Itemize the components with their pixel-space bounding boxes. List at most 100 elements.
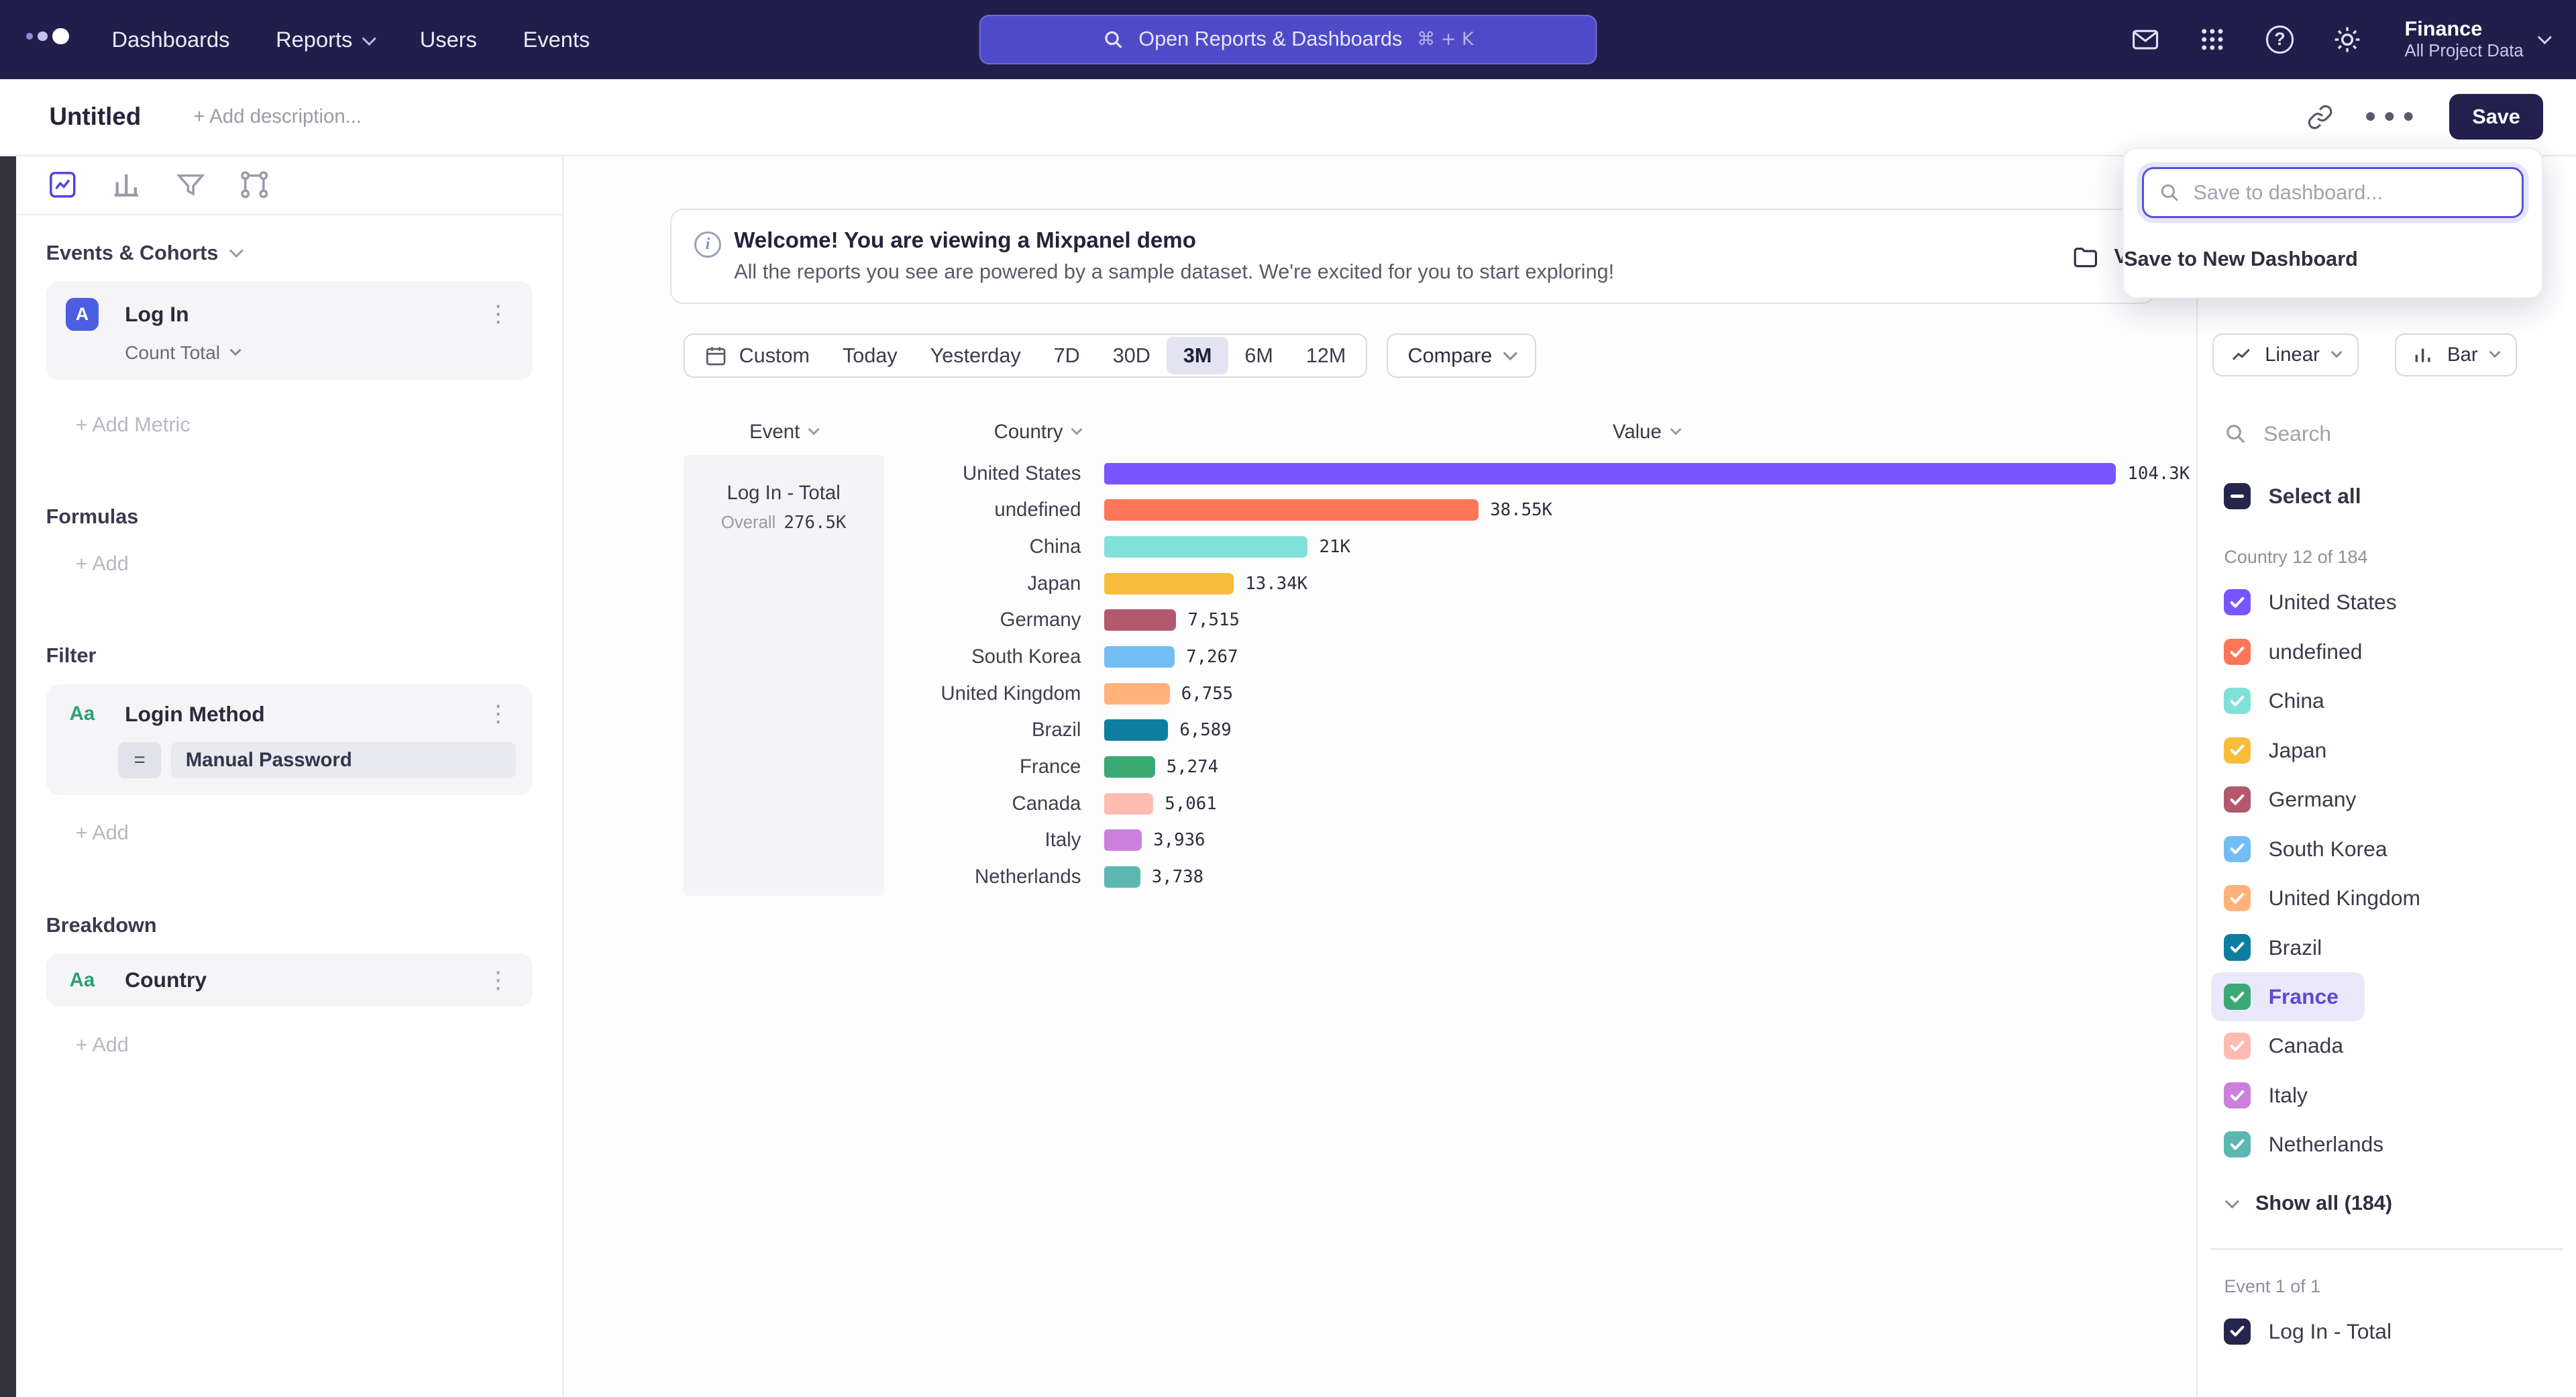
checkbox-icon[interactable] bbox=[2224, 1131, 2250, 1157]
checkbox-icon[interactable] bbox=[2224, 786, 2250, 813]
tab-insights[interactable] bbox=[46, 168, 79, 201]
save-button[interactable]: Save bbox=[2449, 94, 2543, 140]
global-search-button[interactable]: Open Reports & Dashboards ⌘ + K bbox=[979, 15, 1597, 64]
tab-retention[interactable] bbox=[174, 168, 207, 201]
event-count-label: Event 1 of 1 bbox=[2224, 1276, 2563, 1297]
scale-dropdown[interactable]: Linear bbox=[2212, 333, 2359, 376]
compare-dropdown[interactable]: Compare bbox=[1387, 333, 1536, 378]
range-30d[interactable]: 30D bbox=[1096, 337, 1167, 374]
project-switcher[interactable]: Finance All Project Data bbox=[2405, 17, 2550, 61]
apps-grid-icon[interactable] bbox=[2196, 23, 2229, 56]
checkbox-icon[interactable] bbox=[2224, 737, 2250, 764]
add-filter-button[interactable]: + Add bbox=[46, 821, 129, 845]
aggregation-dropdown[interactable]: Count Total bbox=[125, 342, 239, 364]
checkbox-icon[interactable] bbox=[2224, 1318, 2250, 1345]
checkbox-icon[interactable] bbox=[2224, 836, 2250, 862]
filter-card[interactable]: Aa Login Method ⋮ = Manual Password bbox=[46, 684, 533, 795]
tab-funnels[interactable] bbox=[110, 168, 143, 201]
nav-reports[interactable]: Reports bbox=[276, 27, 374, 52]
line-scale-icon bbox=[2231, 344, 2252, 366]
show-all-button[interactable]: Show all (184) bbox=[2211, 1182, 2392, 1225]
column-header-value[interactable]: Value bbox=[1104, 421, 2188, 444]
bar-segment[interactable] bbox=[1104, 756, 1155, 778]
indeterminate-checkbox-icon[interactable] bbox=[2224, 483, 2250, 509]
more-options-icon[interactable]: ••• bbox=[2363, 103, 2420, 132]
nav-users[interactable]: Users bbox=[420, 27, 477, 52]
checkbox-icon[interactable] bbox=[2224, 1082, 2250, 1108]
range-6m[interactable]: 6M bbox=[1228, 337, 1290, 374]
range-7d[interactable]: 7D bbox=[1037, 337, 1096, 374]
kebab-menu-icon[interactable]: ⋮ bbox=[480, 301, 517, 327]
segment-event-item[interactable]: Log In - Total bbox=[2211, 1306, 2418, 1355]
kebab-menu-icon[interactable]: ⋮ bbox=[480, 701, 517, 727]
checkbox-icon[interactable] bbox=[2224, 934, 2250, 960]
mixpanel-logo-icon[interactable] bbox=[26, 28, 69, 51]
range-today[interactable]: Today bbox=[826, 337, 914, 374]
segment-country-item[interactable]: Japan bbox=[2211, 725, 2353, 774]
bar-segment[interactable] bbox=[1104, 646, 1175, 668]
chart-type-dropdown[interactable]: Bar bbox=[2395, 333, 2517, 376]
add-breakdown-button[interactable]: + Add bbox=[46, 1033, 129, 1057]
add-formula-button[interactable]: + Add bbox=[46, 552, 129, 576]
select-all-row[interactable]: Select all bbox=[2211, 472, 2387, 521]
filter-operator[interactable]: = bbox=[118, 742, 161, 778]
bar-segment[interactable] bbox=[1104, 683, 1170, 705]
segment-country-item[interactable]: South Korea bbox=[2211, 824, 2414, 873]
bar-segment[interactable] bbox=[1104, 829, 1142, 851]
dashboard-search-input[interactable] bbox=[2193, 181, 2489, 205]
add-description[interactable]: + Add description... bbox=[193, 105, 362, 128]
bar-segment[interactable] bbox=[1104, 609, 1177, 631]
help-icon[interactable]: ? bbox=[2263, 23, 2296, 56]
nav-events[interactable]: Events bbox=[523, 27, 590, 52]
segment-country-item[interactable]: Brazil bbox=[2211, 923, 2348, 972]
column-header-country[interactable]: Country bbox=[884, 421, 1104, 444]
segment-country-item[interactable]: Canada bbox=[2211, 1021, 2369, 1070]
segment-country-item[interactable]: France bbox=[2211, 972, 2365, 1021]
checkbox-icon[interactable] bbox=[2224, 984, 2250, 1010]
range-3m[interactable]: 3M bbox=[1167, 337, 1228, 374]
bar-segment[interactable] bbox=[1104, 499, 1479, 521]
segment-search-input[interactable] bbox=[2263, 421, 2510, 446]
bar-segment[interactable] bbox=[1104, 463, 2116, 484]
bar-segment[interactable] bbox=[1104, 573, 1234, 594]
segment-country-item[interactable]: Italy bbox=[2211, 1071, 2334, 1120]
checkbox-icon[interactable] bbox=[2224, 589, 2250, 615]
copy-link-icon[interactable] bbox=[2307, 104, 2333, 130]
dashboard-search[interactable] bbox=[2142, 167, 2524, 218]
events-section-header[interactable]: Events & Cohorts bbox=[46, 242, 533, 265]
nav-dashboards[interactable]: Dashboards bbox=[111, 27, 229, 52]
filter-property-name[interactable]: Login Method bbox=[125, 702, 265, 727]
checkbox-icon[interactable] bbox=[2224, 1033, 2250, 1059]
segment-country-item[interactable]: China bbox=[2211, 676, 2351, 725]
checkbox-icon[interactable] bbox=[2224, 885, 2250, 911]
settings-gear-icon[interactable] bbox=[2330, 23, 2363, 56]
segment-country-item[interactable]: United States bbox=[2211, 578, 2423, 627]
bar-segment[interactable] bbox=[1104, 719, 1169, 741]
bar-segment[interactable] bbox=[1104, 536, 1308, 558]
range-yesterday[interactable]: Yesterday bbox=[914, 337, 1037, 374]
segment-country-item[interactable]: Netherlands bbox=[2211, 1120, 2410, 1169]
save-to-new-dashboard[interactable]: Save to New Dashboard bbox=[2124, 228, 2358, 291]
bar-segment[interactable] bbox=[1104, 866, 1140, 888]
bar-segment[interactable] bbox=[1104, 793, 1153, 815]
range-custom[interactable]: Custom bbox=[688, 337, 826, 374]
breakdown-card[interactable]: Aa Country ⋮ bbox=[46, 953, 533, 1006]
segment-country-item[interactable]: undefined bbox=[2211, 627, 2389, 676]
checkbox-icon[interactable] bbox=[2224, 639, 2250, 665]
segment-country-item[interactable]: United Kingdom bbox=[2211, 874, 2447, 923]
chart-row: South Korea7,267 bbox=[884, 639, 2190, 676]
metric-name[interactable]: Log In bbox=[125, 302, 189, 327]
add-metric-button[interactable]: + Add Metric bbox=[46, 413, 191, 437]
feedback-mail-icon[interactable] bbox=[2129, 23, 2161, 56]
kebab-menu-icon[interactable]: ⋮ bbox=[480, 967, 517, 994]
report-title[interactable]: Untitled bbox=[49, 103, 141, 131]
breakdown-property-name[interactable]: Country bbox=[125, 968, 207, 992]
checkbox-icon[interactable] bbox=[2224, 688, 2250, 714]
metric-card[interactable]: A Log In ⋮ Count Total bbox=[46, 281, 533, 380]
filter-value[interactable]: Manual Password bbox=[171, 742, 517, 778]
range-12m[interactable]: 12M bbox=[1289, 337, 1362, 374]
segment-country-item[interactable]: Germany bbox=[2211, 775, 2383, 824]
column-header-event[interactable]: Event bbox=[684, 421, 884, 444]
tab-flows[interactable] bbox=[238, 168, 271, 201]
segment-search[interactable] bbox=[2211, 409, 2563, 458]
